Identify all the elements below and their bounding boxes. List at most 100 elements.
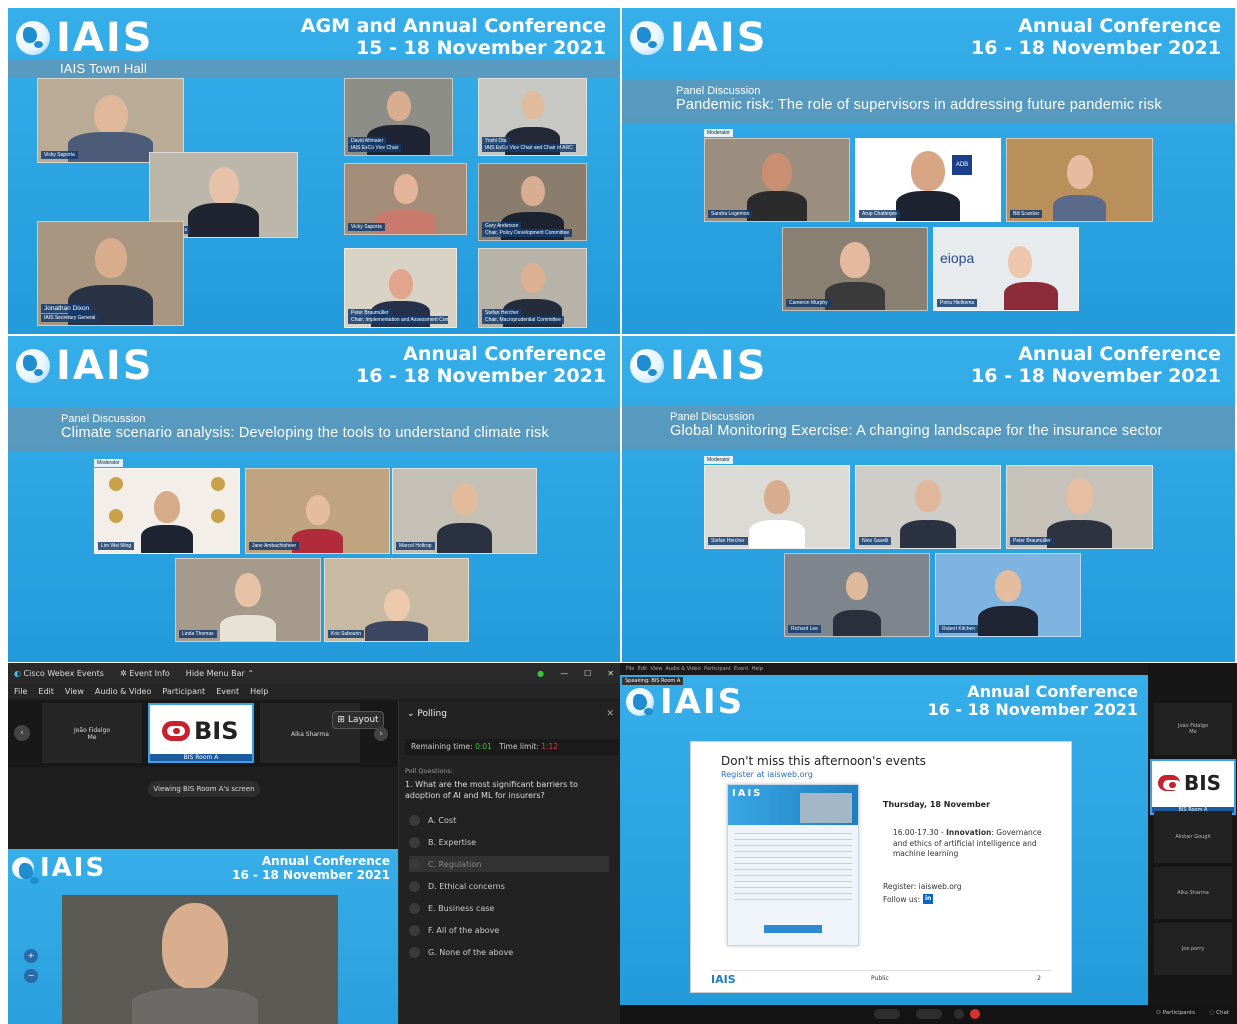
moderator-label: Moderator bbox=[94, 459, 123, 467]
iais-logo: IAIS bbox=[12, 855, 106, 884]
avatar bbox=[1065, 478, 1094, 514]
participant-tile[interactable]: Alistair Gough bbox=[1154, 811, 1232, 863]
video-tile[interactable]: Robert Kitchen bbox=[935, 553, 1081, 637]
shared-screen[interactable]: IAIS Annual Conference 16 - 18 November … bbox=[8, 849, 398, 1024]
conference-title: Annual Conference 16 - 18 November 2021 bbox=[971, 343, 1221, 387]
video-tile[interactable]: Stefan Hercher Chair, Macroprudential Co… bbox=[478, 248, 587, 328]
video-tile[interactable]: Kris Sabourin bbox=[324, 558, 469, 642]
avatar bbox=[94, 238, 127, 278]
gear-icon: ✲ bbox=[119, 668, 127, 678]
event-info-button[interactable]: ✲ Event Info bbox=[120, 669, 170, 678]
radio-button[interactable] bbox=[409, 902, 420, 914]
more-button[interactable] bbox=[954, 1009, 964, 1019]
video-tile[interactable]: Linda Thomas bbox=[175, 558, 321, 642]
video-tile[interactable]: Peter Braumüller Chair, Implementation a… bbox=[344, 248, 457, 328]
video-tile[interactable]: Nino Savelli bbox=[855, 465, 1001, 549]
polling-panel: ⌄ Polling ✕ Remaining time: 0:01 Time li… bbox=[398, 701, 620, 1024]
video-button[interactable] bbox=[916, 1009, 942, 1019]
close-button[interactable]: ✕ bbox=[607, 669, 620, 678]
poll-option-selected[interactable]: C. Regulation bbox=[409, 856, 609, 872]
conference-title: Annual Conference 16 - 18 November 2021 bbox=[927, 682, 1138, 720]
video-tile[interactable]: Lim Wei Ming bbox=[94, 468, 240, 554]
participant-caption: Robert Kitchen bbox=[939, 625, 979, 633]
radio-button[interactable] bbox=[409, 880, 420, 892]
participant-name: BIS Room A bbox=[150, 754, 252, 761]
video-tile[interactable]: Stefan Hercher bbox=[704, 465, 850, 549]
video-tile[interactable]: Jane Ambachtsheer bbox=[245, 468, 390, 554]
avatar bbox=[520, 176, 545, 206]
zoom-in-button[interactable]: + bbox=[24, 949, 38, 963]
poll-option[interactable]: G. None of the above bbox=[409, 944, 609, 960]
participants-button[interactable]: ⚇ Participants bbox=[1156, 1010, 1195, 1016]
participant-tile-bis[interactable]: BIS BIS Room A bbox=[1150, 759, 1236, 815]
avatar bbox=[520, 263, 545, 293]
linkedin-icon[interactable]: in bbox=[923, 894, 934, 904]
radio-button[interactable] bbox=[409, 836, 420, 848]
video-tile[interactable]: Richard Lee bbox=[784, 553, 930, 637]
participant-role: IAIS ExCo Vice Chair bbox=[348, 144, 402, 152]
video-tile[interactable]: David Altmaier IAIS ExCo Vice Chair bbox=[344, 78, 453, 156]
mute-button[interactable] bbox=[874, 1009, 900, 1019]
webex-window: ◐ Cisco Webex Events ✲ Event Info Hide M… bbox=[8, 663, 620, 1024]
video-tile[interactable]: Vicky Saporta bbox=[37, 78, 184, 163]
scroll-left-button[interactable]: ‹ bbox=[14, 725, 30, 741]
menu-audio-video[interactable]: Audio & Video bbox=[95, 687, 151, 696]
poll-option[interactable]: D. Ethical concerns bbox=[409, 878, 609, 894]
radio-button[interactable] bbox=[409, 814, 420, 826]
poll-option[interactable]: B. Expertise bbox=[409, 834, 609, 850]
avatar bbox=[383, 589, 410, 621]
video-tile[interactable]: Bill Scanlon bbox=[1006, 138, 1153, 222]
participant-caption: Richard Lee bbox=[788, 625, 821, 633]
radio-button[interactable] bbox=[409, 858, 420, 870]
app-name[interactable]: ◐ Cisco Webex Events bbox=[14, 669, 104, 678]
video-tile[interactable]: Cameron Murphy bbox=[782, 227, 928, 311]
slide-heading: Don't miss this afternoon's events bbox=[721, 754, 926, 768]
speaker-video[interactable] bbox=[62, 895, 338, 1024]
video-tile[interactable]: Peter Braumüller bbox=[1006, 465, 1153, 549]
maximize-button[interactable]: ☐ bbox=[584, 669, 591, 678]
video-tile[interactable]: Gary Anderson Chair, Policy Development … bbox=[478, 163, 587, 241]
minimize-button[interactable]: — bbox=[560, 669, 568, 678]
hide-menu-bar-button[interactable]: Hide Menu Bar ⌃ bbox=[186, 669, 254, 678]
participant-caption: Arup Chatterjee bbox=[859, 210, 901, 218]
leave-button[interactable] bbox=[970, 1009, 980, 1019]
avatar bbox=[154, 491, 180, 523]
presentation-slide[interactable]: Speaking: BIS Room A IAIS Annual Confere… bbox=[620, 675, 1148, 1005]
radio-button[interactable] bbox=[409, 946, 420, 958]
video-tile[interactable]: ADB Arup Chatterjee bbox=[855, 138, 1001, 222]
video-tile[interactable]: Jonathan Dixon IAIS Secretary General bbox=[37, 221, 184, 326]
video-tile[interactable]: Yoshi Ota IAIS ExCo Vice Chair and Chair… bbox=[478, 78, 587, 156]
zoom-out-button[interactable]: − bbox=[24, 969, 38, 983]
poll-option[interactable]: F. All of the above bbox=[409, 922, 609, 938]
connection-status-icon: ● bbox=[537, 668, 545, 678]
participant-tile-self[interactable]: João Fidalgo Me bbox=[1154, 703, 1232, 755]
video-tile[interactable]: eiopa Petra Hielkema bbox=[933, 227, 1079, 311]
radio-button[interactable] bbox=[409, 924, 420, 936]
menu-event[interactable]: Event bbox=[216, 687, 239, 696]
poll-option[interactable]: A. Cost bbox=[409, 812, 609, 828]
globe-icon bbox=[630, 21, 664, 55]
participant-tile-self[interactable]: João Fidalgo Me bbox=[42, 703, 142, 763]
chevron-down-icon[interactable]: ⌄ bbox=[407, 709, 415, 719]
participant-tile-bis[interactable]: BIS BIS Room A bbox=[148, 703, 254, 763]
avatar bbox=[451, 483, 478, 515]
participant-tile[interactable]: Alka Sharma bbox=[1154, 867, 1232, 919]
participant-tile[interactable]: Joe perry bbox=[1154, 923, 1232, 975]
video-tile[interactable]: Marcel Holtrop bbox=[392, 468, 537, 554]
participant-caption: Jane Ambachtsheer bbox=[249, 542, 300, 550]
polling-close-button[interactable]: ✕ bbox=[606, 709, 614, 719]
chat-button[interactable]: ◌ Chat bbox=[1210, 1010, 1229, 1016]
menu-edit[interactable]: Edit bbox=[38, 687, 54, 696]
menu-view[interactable]: View bbox=[65, 687, 84, 696]
video-tile[interactable]: Sandra Legemon bbox=[704, 138, 850, 222]
scroll-right-button[interactable]: › bbox=[374, 727, 388, 741]
video-tile[interactable]: Vicky Saporta bbox=[344, 163, 467, 235]
menu-participant[interactable]: Participant bbox=[162, 687, 205, 696]
poll-option[interactable]: E. Business case bbox=[409, 900, 609, 916]
layout-button[interactable]: ⊞ Layout bbox=[332, 711, 384, 729]
register-button[interactable] bbox=[764, 925, 822, 933]
participant-sidebar: João Fidalgo Me BIS BIS Room A Alistair G… bbox=[1148, 663, 1237, 1005]
menu-file[interactable]: File bbox=[14, 687, 27, 696]
menu-help[interactable]: Help bbox=[250, 687, 268, 696]
register-link[interactable]: Register at iaisweb.org bbox=[721, 770, 813, 779]
